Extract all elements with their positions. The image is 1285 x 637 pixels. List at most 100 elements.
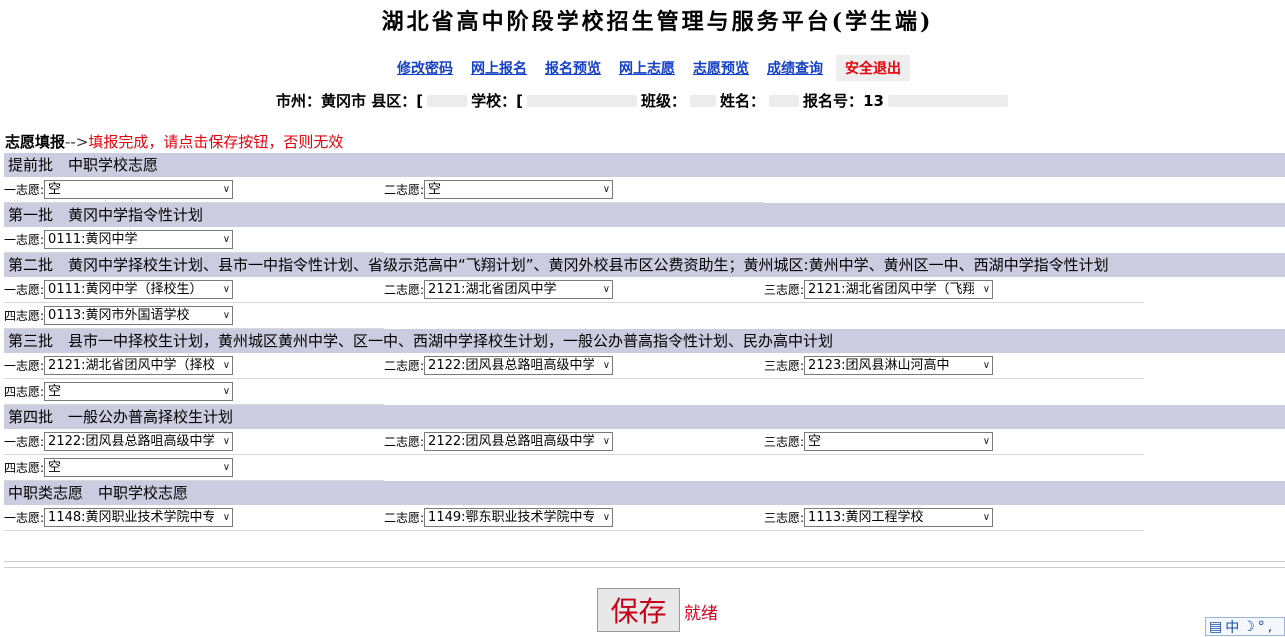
wish-select-value: 2122:团风县总路咀高级中学: [428, 434, 595, 449]
wish-select[interactable]: 空 ∨: [44, 382, 234, 401]
guide-label: 志愿填报: [5, 133, 66, 151]
wish-label: 四志愿:: [4, 309, 45, 323]
name-label: 姓名：: [720, 92, 766, 110]
nav-online-register[interactable]: 网上报名: [462, 55, 536, 81]
wish-select[interactable]: 空 ∨: [804, 432, 994, 451]
wish-select[interactable]: 2121:湖北省团风中学（飞翔 ∨: [804, 280, 994, 299]
wish-select[interactable]: 2122:团风县总路咀高级中学 ∨: [424, 356, 614, 375]
wish-label: 二志愿:: [384, 283, 425, 297]
wish-cell: 一志愿: 1148:黄冈职业技术学院中专 ∨: [4, 505, 384, 531]
top-nav: 修改密码 网上报名 报名预览 网上志愿 志愿预览 成绩查询 安全退出: [388, 55, 910, 81]
comma-icon: ,: [1267, 618, 1273, 635]
wish-cell: 一志愿: 2121:湖北省团风中学（择校 ∨: [4, 353, 384, 379]
wish-label: 二志愿:: [384, 511, 425, 525]
batch-header: 第一批 黄冈中学指令性计划: [4, 203, 1285, 227]
nav-score-query[interactable]: 成绩查询: [758, 55, 832, 81]
wish-select-value: 2121:湖北省团风中学: [428, 282, 557, 297]
wish-select[interactable]: 1113:黄冈工程学校 ∨: [804, 508, 994, 527]
wish-select[interactable]: 0111:黄冈中学（择校生） ∨: [44, 280, 234, 299]
nav-wish-preview[interactable]: 志愿预览: [684, 55, 758, 81]
nav-online-wish[interactable]: 网上志愿: [610, 55, 684, 81]
status-text: 就绪: [684, 604, 718, 624]
city-label: 市州：: [276, 92, 322, 110]
chevron-down-icon: ∨: [222, 462, 231, 473]
wish-row: 四志愿: 0113:黄冈市外国语学校 ∨: [4, 303, 1285, 329]
wish-select[interactable]: 2121:湖北省团风中学（择校 ∨: [44, 356, 234, 375]
chevron-down-icon: ∨: [222, 360, 231, 371]
wish-cell: 一志愿: 2122:团风县总路咀高级中学 ∨: [4, 429, 384, 455]
wish-select-value: 2122:团风县总路咀高级中学: [428, 358, 595, 373]
wish-cell: 四志愿: 空 ∨: [4, 455, 384, 481]
wish-label: 四志愿:: [4, 461, 45, 475]
wish-select[interactable]: 1149:鄂东职业技术学院中专 ∨: [424, 508, 614, 527]
chevron-down-icon: ∨: [602, 284, 611, 295]
wish-label: 三志愿:: [764, 283, 805, 297]
save-button[interactable]: 保存: [597, 588, 680, 632]
wish-cell: 二志愿: 空 ∨: [384, 177, 764, 203]
ime-toolbar[interactable]: ▤ 中 ☽ ° ,: [1205, 617, 1285, 636]
regno-label: 报名号：: [803, 92, 864, 110]
wish-cell: 一志愿: 空 ∨: [4, 177, 384, 203]
wish-label: 二志愿:: [384, 183, 425, 197]
guide-arrow: -->: [65, 133, 89, 151]
wish-label: 二志愿:: [384, 435, 425, 449]
school-label: 学校：: [471, 92, 517, 110]
wish-row: 四志愿: 空 ∨: [4, 455, 1285, 481]
wish-row: 一志愿: 空 ∨ 二志愿: 空 ∨: [4, 177, 1285, 203]
wish-select-value: 2123:团风县淋山河高中: [808, 358, 950, 373]
chevron-down-icon: ∨: [222, 512, 231, 523]
wish-select[interactable]: 2122:团风县总路咀高级中学 ∨: [424, 432, 614, 451]
redacted-regno: [887, 94, 1008, 107]
chevron-down-icon: ∨: [982, 284, 991, 295]
nav-change-password[interactable]: 修改密码: [388, 55, 462, 81]
chevron-down-icon: ∨: [982, 436, 991, 447]
chevron-down-icon: ∨: [602, 512, 611, 523]
wish-row: 一志愿: 0111:黄冈中学（择校生） ∨ 二志愿: 2121:湖北省团风中学 ∨ 三志愿:…: [4, 277, 1285, 303]
redacted-county: [427, 94, 468, 107]
wish-select-value: 空: [428, 182, 442, 197]
wish-select-value: 1148:黄冈职业技术学院中专: [48, 510, 215, 525]
wish-select-value: 1113:黄冈工程学校: [808, 510, 924, 525]
wish-cell: 二志愿: 1149:鄂东职业技术学院中专 ∨: [384, 505, 764, 531]
wish-select[interactable]: 1148:黄冈职业技术学院中专 ∨: [44, 508, 234, 527]
batch-header: 提前批 中职学校志愿: [4, 153, 1285, 177]
regno-value: 13: [863, 91, 884, 110]
ime-logo-icon: ▤: [1209, 618, 1223, 635]
nav-register-preview[interactable]: 报名预览: [536, 55, 610, 81]
wish-select-value: 空: [48, 384, 62, 399]
chevron-down-icon: ∨: [602, 184, 611, 195]
batch-header: 第三批 县市一中择校生计划，黄州城区黄州中学、区一中、西湖中学择校生计划，一般公…: [4, 329, 1285, 353]
wish-select[interactable]: 2122:团风县总路咀高级中学 ∨: [44, 432, 234, 451]
guide-warning: 填报完成，请点击保存按钮，否则无效: [88, 133, 344, 151]
wish-select[interactable]: 2123:团风县淋山河高中 ∨: [804, 356, 994, 375]
wish-select[interactable]: 2121:湖北省团风中学 ∨: [424, 280, 614, 299]
punctuation-icon: °: [1257, 618, 1265, 635]
wish-select[interactable]: 0113:黄冈市外国语学校 ∨: [44, 306, 234, 325]
chevron-down-icon: ∨: [982, 360, 991, 371]
ime-mode: 中: [1225, 619, 1240, 636]
wish-label: 一志愿:: [4, 233, 45, 247]
wish-label: 一志愿:: [4, 183, 45, 197]
wish-select[interactable]: 空 ∨: [44, 458, 234, 477]
wish-row: 四志愿: 空 ∨: [4, 379, 1285, 405]
chevron-down-icon: ∨: [222, 284, 231, 295]
county-value: [: [416, 91, 424, 110]
form-bottom-divider: [4, 561, 1285, 568]
wish-select[interactable]: 0111:黄冈中学 ∨: [44, 230, 234, 249]
logout-link[interactable]: 安全退出: [836, 55, 910, 81]
wish-cell: 一志愿: 0111:黄冈中学 ∨: [4, 227, 384, 253]
wish-cell: 三志愿: 1113:黄冈工程学校 ∨: [764, 505, 1144, 531]
wish-cell: 三志愿: 2121:湖北省团风中学（飞翔 ∨: [764, 277, 1144, 303]
wish-select[interactable]: 空 ∨: [424, 180, 614, 199]
batch-header: 第二批 黄冈中学择校生计划、县市一中指令性计划、省级示范高中“飞翔计划”、黄冈外…: [4, 253, 1285, 277]
school-value: [: [516, 91, 524, 110]
wish-select[interactable]: 空 ∨: [44, 180, 234, 199]
city-value: 黄冈市: [321, 92, 367, 110]
class-label: 班级：: [641, 92, 687, 110]
redacted-school: [527, 94, 638, 107]
batch-header: 中职类志愿 中职学校志愿: [4, 481, 1285, 505]
wish-label: 一志愿:: [4, 283, 45, 297]
wish-cell: 二志愿: 2122:团风县总路咀高级中学 ∨: [384, 353, 764, 379]
redacted-class: [690, 94, 717, 107]
wish-label: 三志愿:: [764, 359, 805, 373]
